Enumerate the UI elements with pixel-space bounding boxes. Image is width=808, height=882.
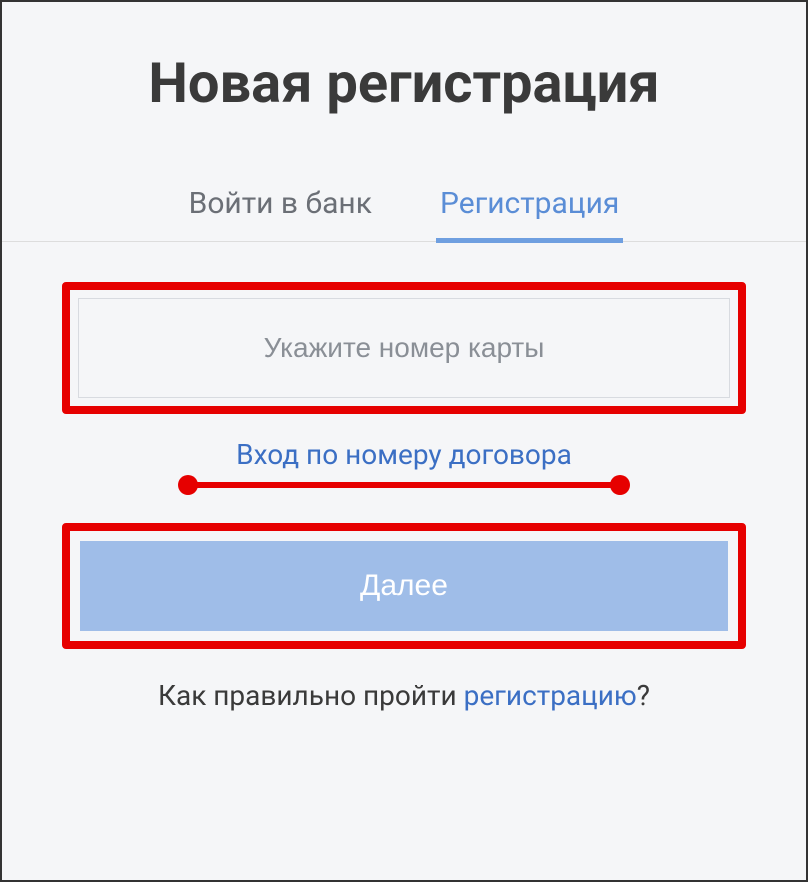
page-title: Новая регистрация <box>2 2 806 176</box>
login-by-contract-link[interactable]: Вход по номеру договора <box>236 438 572 471</box>
annotation-bar <box>184 482 624 488</box>
contract-link-row: Вход по номеру договора <box>62 414 746 477</box>
tab-bar: Войти в банк Регистрация <box>2 176 806 242</box>
card-number-input[interactable] <box>78 298 730 398</box>
tab-login[interactable]: Войти в банк <box>185 176 376 241</box>
annotation-dot-left <box>178 475 198 495</box>
app-window: Новая регистрация Войти в банк Регистрац… <box>0 0 808 882</box>
card-input-wrapper <box>70 290 738 406</box>
registration-form: Вход по номеру договора Далее Как правил… <box>2 242 806 732</box>
help-registration-link[interactable]: регистрацию <box>464 679 637 712</box>
help-text: Как правильно пройти регистрацию? <box>62 649 746 712</box>
next-button[interactable]: Далее <box>80 541 728 631</box>
next-button-highlight: Далее <box>62 523 746 649</box>
next-button-wrapper: Далее <box>70 531 738 641</box>
tab-register[interactable]: Регистрация <box>436 176 623 241</box>
help-suffix: ? <box>637 679 650 712</box>
annotation-underline <box>184 477 624 497</box>
help-prefix: Как правильно пройти <box>158 679 464 712</box>
annotation-dot-right <box>610 475 630 495</box>
card-input-highlight <box>62 282 746 414</box>
